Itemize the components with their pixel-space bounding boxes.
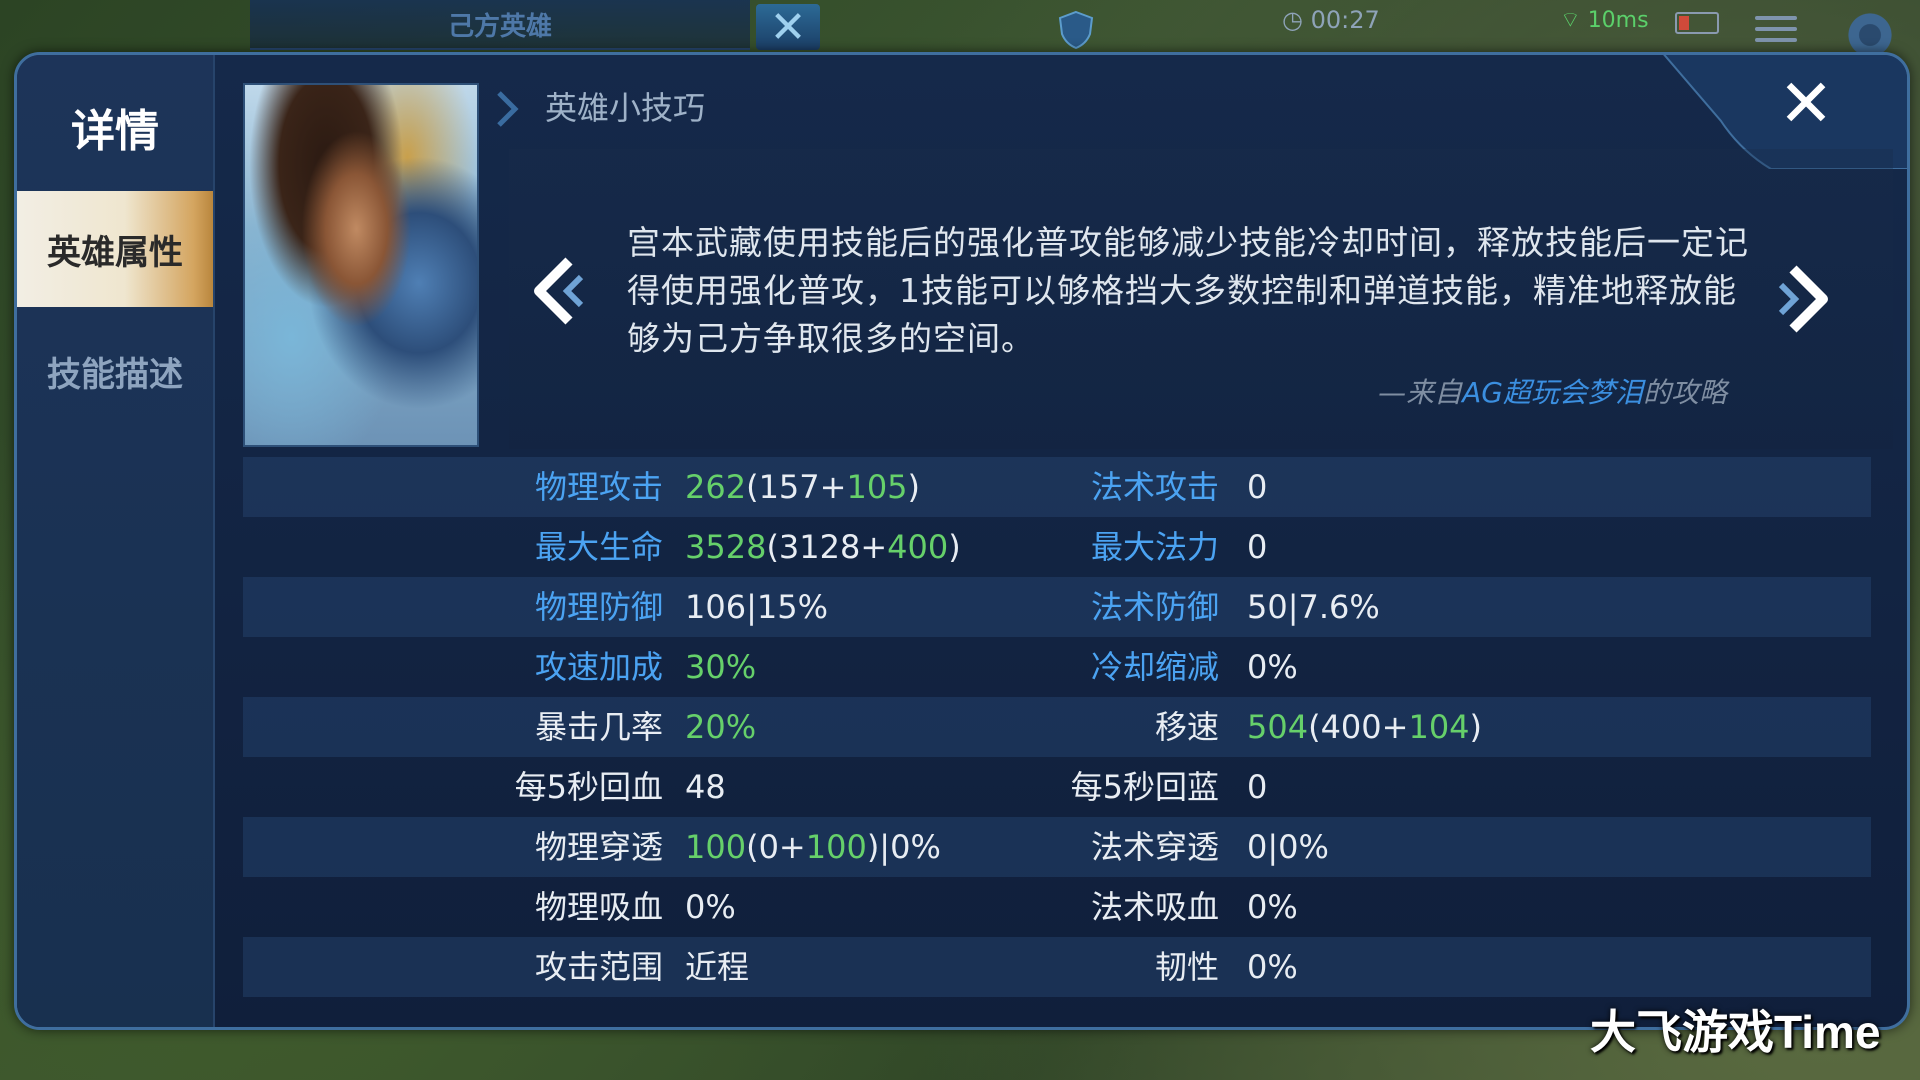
team-tab: 己方英雄: [250, 0, 750, 50]
chevron-right-icon[interactable]: [1777, 259, 1837, 339]
stat-label: 物理防御: [534, 588, 663, 626]
stat-value-part: 0%: [685, 888, 736, 926]
stat-value-part: (400+: [1308, 708, 1409, 746]
sidebar-title: 详情: [71, 106, 159, 157]
stat-label: 物理吸血: [534, 888, 663, 926]
stat-label: 最大法力: [1090, 528, 1219, 566]
stat-row: 最大生命 3528(3128+400) 最大法力 0: [243, 517, 1871, 577]
hero-detail-panel: 详情 英雄属性 技能描述 英雄小技巧 ✕ 宫本武藏使用技能后的强化普攻能够减少技…: [14, 52, 1910, 1030]
stat-value: 504(400+104): [1247, 697, 1482, 757]
stat-value-part: ): [1469, 708, 1483, 746]
stat-value-part: 0%: [1247, 648, 1298, 686]
stat-value: 20%: [685, 697, 756, 757]
stat-label: 攻击范围: [534, 948, 663, 986]
hero-portrait: [243, 83, 479, 447]
stat-label: 物理穿透: [534, 828, 663, 866]
tip-text: 宫本武藏使用技能后的强化普攻能够减少技能冷却时间，释放技能后一定记得使用强化普攻…: [627, 223, 1749, 358]
battery-icon: [1675, 12, 1719, 34]
stat-row: 物理防御 106|15% 法术防御 50|7.6%: [243, 577, 1871, 637]
stat-value-part: 504: [1247, 708, 1309, 746]
stat-label: 暴击几率: [534, 708, 663, 746]
tip-source-author[interactable]: AG超玩会梦泪: [1462, 376, 1643, 409]
tip-source-prefix: —来自: [1378, 376, 1463, 409]
tip-header: 英雄小技巧: [545, 89, 706, 127]
stat-label: 攻速加成: [534, 648, 663, 686]
stat-label: 冷却缩减: [1090, 648, 1219, 686]
stat-label: 最大生命: [534, 528, 663, 566]
shield-icon: [1056, 10, 1096, 50]
stat-value-part: 30%: [685, 648, 757, 686]
stat-label: 法术攻击: [1090, 468, 1219, 506]
stat-value: 50|7.6%: [1247, 577, 1380, 637]
stat-label: 移速: [1154, 708, 1219, 746]
stat-label: 物理攻击: [534, 468, 663, 506]
stat-row: 攻速加成 30% 冷却缩减 0%: [243, 637, 1871, 697]
chevron-right-icon: [495, 91, 521, 127]
stat-value: 0%: [1247, 637, 1298, 697]
stat-value-part: 近程: [685, 948, 750, 986]
stat-value: 0%: [1247, 937, 1298, 997]
game-hud: 己方英雄 ✕ ◷ 00:27 ⌔ 10ms: [0, 0, 1920, 60]
close-icon[interactable]: ✕: [1771, 69, 1841, 139]
tip-source-suffix: 的攻略: [1642, 376, 1727, 409]
stat-value-part: 262: [685, 468, 747, 506]
wifi-icon: ⌔ 10ms: [1560, 8, 1649, 33]
hud-close-icon: ✕: [756, 2, 820, 53]
tip-source: —来自AG超玩会梦泪的攻略: [1347, 371, 1727, 411]
stat-row: 暴击几率 20% 移速 504(400+104): [243, 697, 1871, 757]
stats-table: 物理攻击 262(157+105) 法术攻击 0 最大生命 3528(3128+400) 最…: [243, 457, 1871, 997]
stat-row: 每5秒回血 48 每5秒回蓝 0: [243, 757, 1871, 817]
stat-value: 0|0%: [1247, 817, 1329, 877]
stat-value: 48: [685, 757, 726, 817]
stat-value-part: 0: [1247, 768, 1268, 806]
stat-value-part: (0+: [746, 828, 806, 866]
stat-row: 攻击范围 近程 韧性 0%: [243, 937, 1871, 997]
tab-hero-attributes[interactable]: 英雄属性: [17, 191, 213, 307]
menu-icon[interactable]: [1755, 16, 1797, 46]
stat-label: 韧性: [1154, 948, 1219, 986]
stat-value-part: 104: [1408, 708, 1470, 746]
tab-skill-description[interactable]: 技能描述: [17, 313, 213, 429]
stat-label: 每5秒回血: [514, 768, 663, 806]
stat-value: 0: [1247, 457, 1267, 517]
stat-value-part: 48: [685, 768, 726, 806]
stat-value: 0: [1247, 517, 1267, 577]
stat-value-part: 50|7.6%: [1247, 588, 1380, 626]
stat-label: 每5秒回蓝: [1070, 768, 1219, 806]
stat-row: 物理吸血 0% 法术吸血 0%: [243, 877, 1871, 937]
stat-value: 0: [1247, 757, 1267, 817]
game-timer: ◷ 00:27: [1282, 6, 1380, 34]
stat-value-part: 20%: [685, 708, 757, 746]
stat-label: 法术穿透: [1090, 828, 1219, 866]
stat-value-part: 0%: [1247, 888, 1298, 926]
sidebar: 详情 英雄属性 技能描述: [17, 55, 215, 1027]
stat-value-part: 0%: [1247, 948, 1298, 986]
stat-value-part: 0|0%: [1247, 828, 1329, 866]
chevron-left-icon[interactable]: [525, 251, 585, 331]
stat-value: 0%: [685, 877, 736, 937]
stat-value-part: 100: [685, 828, 747, 866]
stat-label: 法术防御: [1090, 588, 1219, 626]
stat-row: 物理攻击 262(157+105) 法术攻击 0: [243, 457, 1871, 517]
stat-row: 物理穿透 100(0+100)|0% 法术穿透 0|0%: [243, 817, 1871, 877]
watermark: 大飞游戏Time: [1590, 1006, 1881, 1058]
stat-value-part: 0: [1247, 528, 1268, 566]
stat-value: 30%: [685, 637, 756, 697]
timer-text: 00:27: [1310, 6, 1380, 34]
stat-value: 近程: [685, 937, 749, 997]
stat-value-part: 3528: [685, 528, 767, 566]
stat-value: 0%: [1247, 877, 1298, 937]
ping-text: 10ms: [1587, 8, 1649, 33]
stat-label: 法术吸血: [1090, 888, 1219, 926]
stat-value-part: 0: [1247, 468, 1268, 506]
